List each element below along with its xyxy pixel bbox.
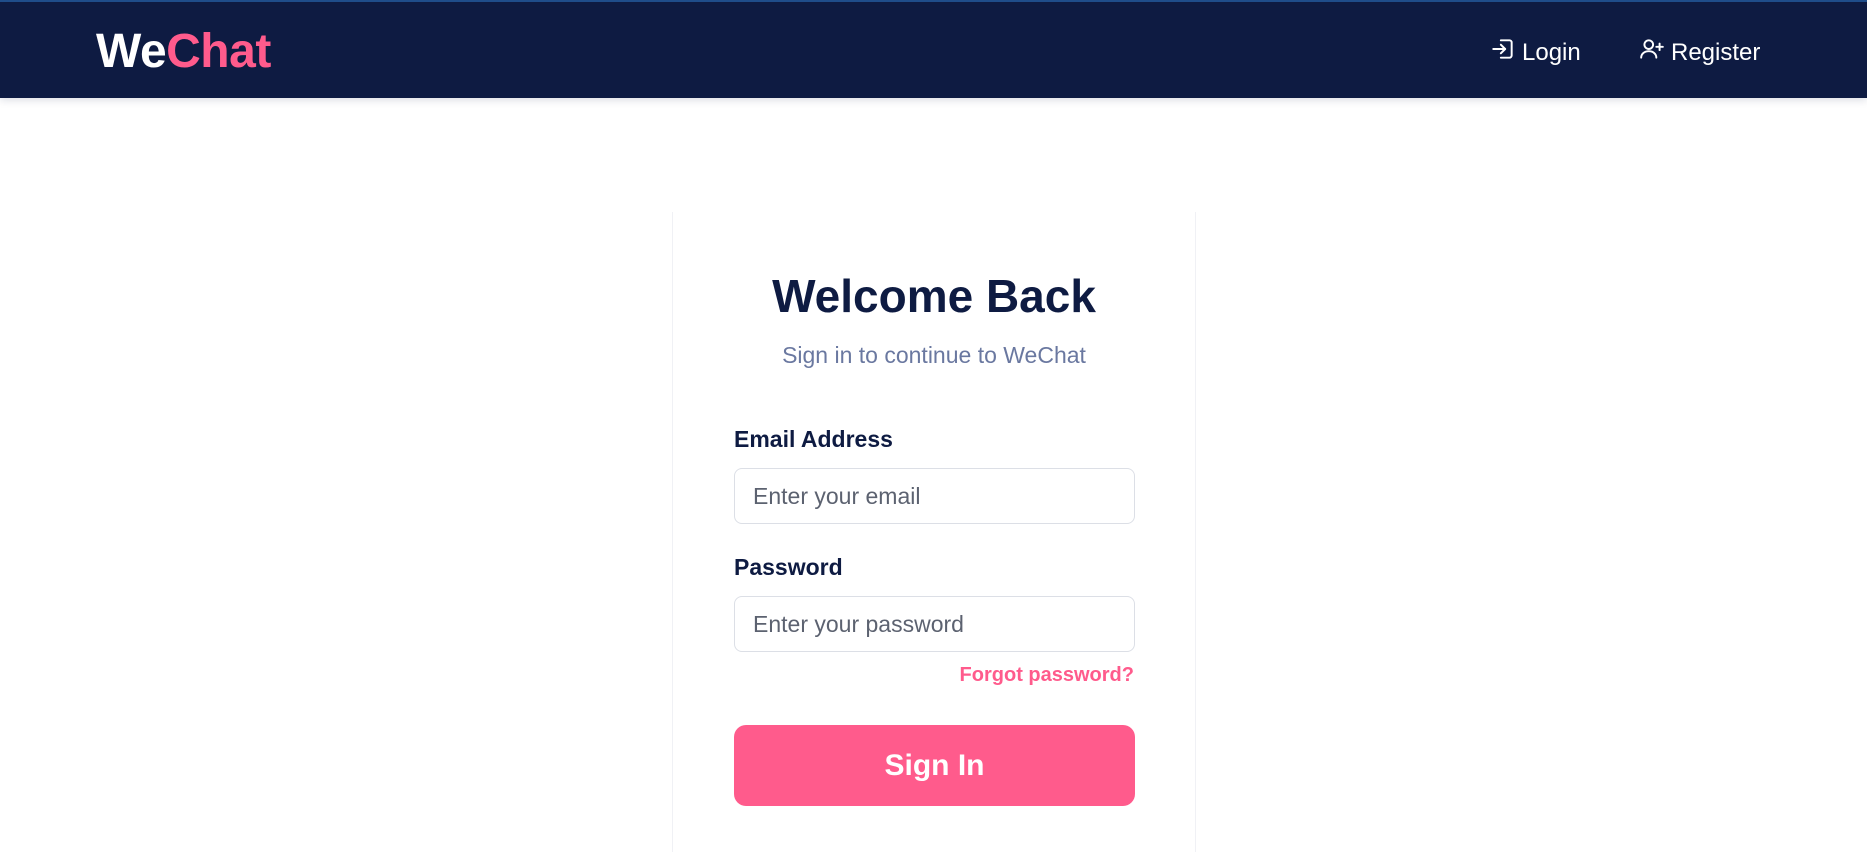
register-nav-label: Register xyxy=(1671,39,1761,66)
forgot-password-link[interactable]: Forgot password? xyxy=(960,662,1134,688)
sign-in-button[interactable]: Sign In xyxy=(734,725,1135,806)
wechat-logo[interactable]: WeChat xyxy=(96,24,271,80)
page-subtitle: Sign in to continue to WeChat xyxy=(782,342,1086,368)
password-label: Password xyxy=(734,554,843,580)
top-navbar: WeChat Login Register xyxy=(0,0,1867,98)
login-icon xyxy=(1490,36,1516,70)
email-label: Email Address xyxy=(734,426,893,452)
page-title: Welcome Back xyxy=(772,270,1096,322)
password-field[interactable] xyxy=(734,596,1135,652)
login-nav-label: Login xyxy=(1522,39,1581,66)
register-nav-link[interactable]: Register xyxy=(1639,36,1760,70)
login-nav-link[interactable]: Login xyxy=(1490,36,1581,70)
logo-we: We xyxy=(96,25,167,78)
login-card: Welcome Back Sign in to continue to WeCh… xyxy=(672,212,1196,852)
email-field[interactable] xyxy=(734,468,1135,524)
user-plus-icon xyxy=(1639,36,1665,70)
logo-chat: Chat xyxy=(166,25,271,78)
